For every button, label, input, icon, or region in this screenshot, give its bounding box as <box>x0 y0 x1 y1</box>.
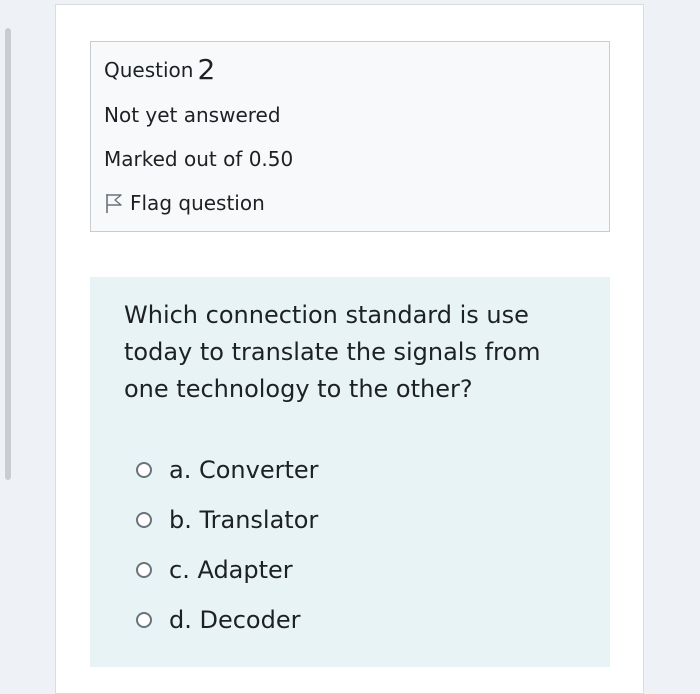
question-content: Which connection standard is use today t… <box>90 277 610 667</box>
question-number: 2 <box>197 53 216 86</box>
answer-option-c[interactable]: c. Adapter <box>136 545 319 595</box>
radio-button[interactable] <box>136 612 152 628</box>
answer-label[interactable]: d. Decoder <box>169 606 300 634</box>
answer-label[interactable]: c. Adapter <box>169 556 293 584</box>
flag-question-label: Flag question <box>130 191 265 215</box>
answer-option-b[interactable]: b. Translator <box>136 495 319 545</box>
answer-option-a[interactable]: a. Converter <box>136 445 319 495</box>
answer-option-d[interactable]: d. Decoder <box>136 595 319 645</box>
radio-button[interactable] <box>136 462 152 478</box>
flag-icon <box>104 192 124 214</box>
answer-label[interactable]: a. Converter <box>169 456 319 484</box>
question-marks: Marked out of 0.50 <box>104 147 294 171</box>
question-heading: Question 2 <box>104 56 215 84</box>
answer-list: a. Converter b. Translator c. Adapter d.… <box>136 445 319 645</box>
question-status: Not yet answered <box>104 103 281 127</box>
answer-label[interactable]: b. Translator <box>169 506 318 534</box>
radio-button[interactable] <box>136 512 152 528</box>
question-label: Question <box>104 58 194 82</box>
question-text: Which connection standard is use today t… <box>124 301 541 403</box>
flag-question-link[interactable]: Flag question <box>104 191 265 215</box>
radio-button[interactable] <box>136 562 152 578</box>
scrollbar[interactable] <box>5 28 11 480</box>
question-info-panel: Question 2 Not yet answered Marked out of… <box>90 41 610 232</box>
